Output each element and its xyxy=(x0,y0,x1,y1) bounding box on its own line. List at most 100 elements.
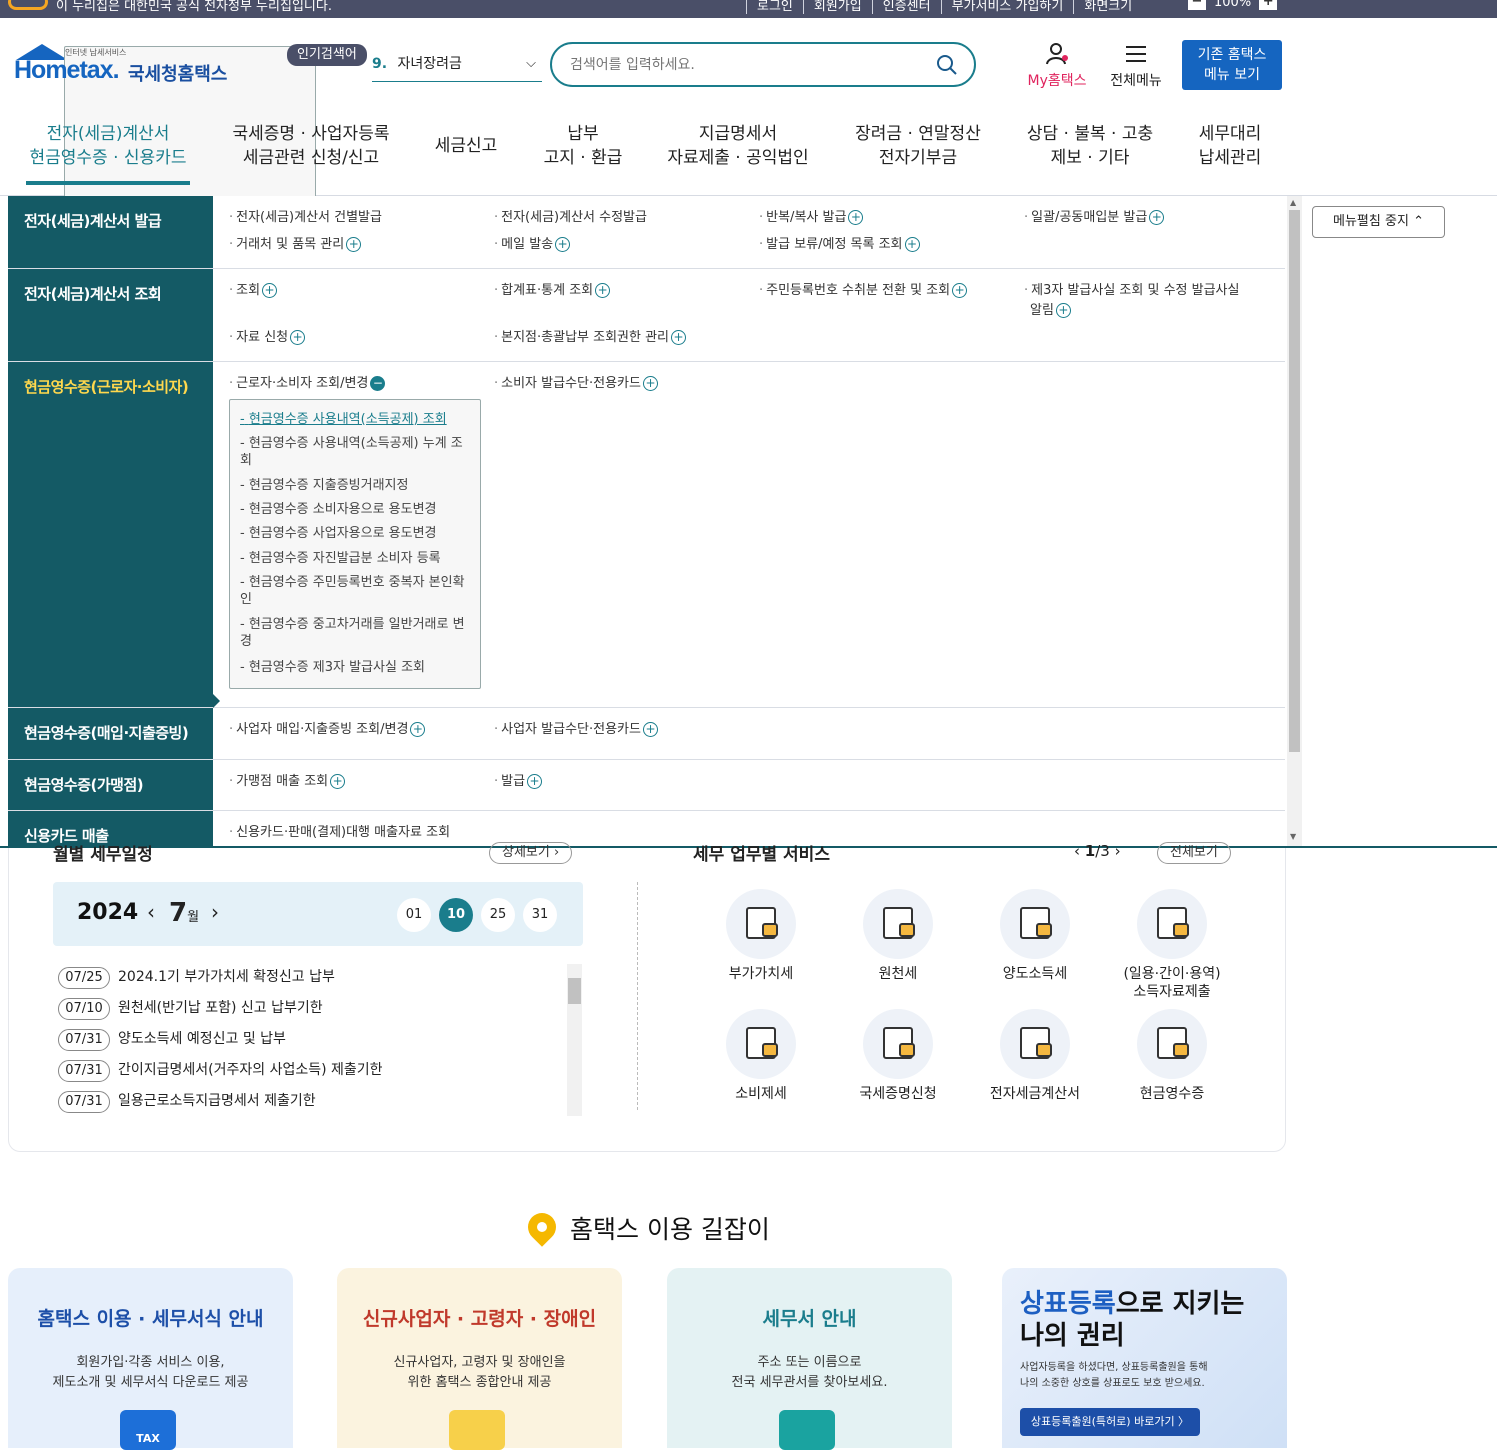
submenu-item-active[interactable]: - 현금영수증 사용내역(소득공제) 조회 xyxy=(240,411,470,428)
day-button-active[interactable]: 10 xyxy=(439,898,473,932)
menu-item[interactable]: · 일괄/공동매입분 발급 + xyxy=(1024,209,1165,227)
service-income-data[interactable]: (일용·간이·용역) 소득자료제출 xyxy=(1107,889,1237,1001)
search-icon[interactable] xyxy=(936,54,958,76)
service-consumption[interactable]: 소비제세 xyxy=(696,1009,826,1103)
menu-item[interactable]: · 메일 발송 + xyxy=(494,236,571,254)
old-menu-line2: 메뉴 보기 xyxy=(1204,67,1260,83)
guide-card-newbiz[interactable]: 신규사업자 · 고령자 · 장애인 신규사업자, 고령자 및 장애인을 위한 홈택… xyxy=(337,1268,622,1450)
schedule-item[interactable]: 07/31 일용근로소득지급명세서 제출기한 xyxy=(58,1090,316,1114)
expand-plus-icon: + xyxy=(1149,210,1165,225)
stop-menu-expand-button[interactable]: 메뉴펼침 중지 ⌃ xyxy=(1312,206,1445,238)
menu-item[interactable]: · 조회 + xyxy=(229,282,278,300)
mega-menu-scrollbar[interactable]: ▲ ▼ xyxy=(1287,196,1302,846)
submenu-item[interactable]: - 현금영수증 중고차거래를 일반거래로 변경 xyxy=(240,616,470,650)
login-link[interactable]: 로그인 xyxy=(746,0,803,14)
gnb-item-statement[interactable]: 지급명세서 자료제출 · 공익법인 xyxy=(660,122,816,170)
schedule-item[interactable]: 07/31 간이지급명세서(거주자의 사업소득) 제출기한 xyxy=(58,1059,383,1083)
gnb-line2: 고지 · 환급 xyxy=(543,148,623,168)
old-menu-button[interactable]: 기존 홈택스 메뉴 보기 xyxy=(1182,40,1282,90)
category-label-active[interactable]: 현금영수증(근로자·소비자) xyxy=(8,362,213,707)
day-button[interactable]: 01 xyxy=(397,898,431,932)
schedule-item[interactable]: 07/25 2024.1기 부가가치세 확정신고 납부 xyxy=(58,966,335,990)
my-hometax-button[interactable]: My홈택스 xyxy=(1022,42,1092,90)
gnb-item-agent[interactable]: 세무대리 납세관리 xyxy=(1188,122,1272,170)
menu-item[interactable]: · 전자(세금)계산서 건별발급 xyxy=(229,209,382,227)
service-withholding[interactable]: 원천세 xyxy=(833,889,963,983)
guide-card-usage[interactable]: 홈택스 이용 · 세무서식 안내 회원가입·각종 서비스 이용, 제도소개 및 세… xyxy=(8,1268,293,1450)
menu-item[interactable]: · 반복/복사 발급 + xyxy=(759,209,864,227)
menu-item[interactable]: · 합계표·통계 조회 + xyxy=(494,282,611,300)
search-box xyxy=(550,42,976,87)
category-label[interactable]: 현금영수증(가맹점) xyxy=(8,760,213,810)
service-certificate[interactable]: 국세증명신청 xyxy=(833,1009,963,1103)
day-button[interactable]: 31 xyxy=(523,898,557,932)
schedule-item[interactable]: 07/31 양도소득세 예정신고 및 납부 xyxy=(58,1028,286,1052)
scroll-thumb[interactable] xyxy=(568,978,581,1004)
menu-item[interactable]: · 거래처 및 품목 관리 + xyxy=(229,236,362,254)
gnb-item-consult[interactable]: 상담 · 불복 · 고충 제보 · 기타 xyxy=(1018,122,1162,170)
menu-item[interactable]: · 사업자 매입·지출증빙 조회/변경 + xyxy=(229,721,426,739)
scroll-up-icon[interactable]: ▲ xyxy=(1290,198,1296,207)
menu-item[interactable]: · 소비자 발급수단·전용카드 + xyxy=(494,375,658,393)
submenu-item[interactable]: - 현금영수증 자진발급분 소비자 등록 xyxy=(240,550,470,567)
hometax-logo[interactable]: 인터넷 납세서비스 Hometax. 국세청홈택스 xyxy=(10,42,316,336)
category-label[interactable]: 전자(세금)계산서 조회 xyxy=(8,269,213,361)
service-cash-receipt[interactable]: 현금영수증 xyxy=(1107,1009,1237,1103)
search-input[interactable] xyxy=(570,54,910,76)
submenu-item[interactable]: - 현금영수증 지출증빙거래지정 xyxy=(240,477,470,494)
scroll-down-icon[interactable]: ▼ xyxy=(1290,832,1296,841)
next-page-icon[interactable]: › xyxy=(1115,842,1121,860)
submenu-item[interactable]: - 현금영수증 주민등록번호 중복자 본인확인 xyxy=(240,574,470,608)
guide-card-taxoffice[interactable]: 세무서 안내 주소 또는 이름으로 전국 세무관서를 찾아보세요. xyxy=(667,1268,952,1450)
menu-item[interactable]: · 전자(세금)계산서 수정발급 xyxy=(494,209,647,227)
category-label[interactable]: 전자(세금)계산서 발급 xyxy=(8,196,213,268)
prev-page-icon[interactable]: ‹ xyxy=(1074,842,1080,860)
expand-plus-icon: + xyxy=(848,210,864,225)
menu-item[interactable]: · 사업자 발급수단·전용카드 + xyxy=(494,721,658,739)
submenu-item[interactable]: - 현금영수증 사업자용으로 용도변경 xyxy=(240,525,470,542)
gnb-item-certificate[interactable]: 국세증명 · 사업자등록 세금관련 신청/신고 xyxy=(224,122,398,170)
submenu-item[interactable]: - 현금영수증 소비자용으로 용도변경 xyxy=(240,501,470,518)
gnb-item-payment[interactable]: 납부 고지 · 환급 xyxy=(534,122,632,170)
service-transfer[interactable]: 양도소득세 xyxy=(970,889,1100,983)
zoom-out-button[interactable]: − xyxy=(1188,0,1206,10)
trademark-banner[interactable]: 상표등록으로 지키는 나의 권리 사업자등록을 하셨다면, 상표등록출원을 통해 나… xyxy=(1002,1268,1287,1448)
menu-item[interactable]: · 주민등록번호 수취분 전환 및 조회 + xyxy=(759,282,968,300)
submenu-item[interactable]: - 현금영수증 사용내역(소득공제) 누계 조회 xyxy=(240,435,470,469)
addon-service-link[interactable]: 부가서비스 가입하기 xyxy=(940,0,1074,14)
day-button[interactable]: 25 xyxy=(481,898,515,932)
menu-item-cont[interactable]: 알림 + xyxy=(1030,302,1071,320)
service-einvoice[interactable]: 전자세금계산서 xyxy=(970,1009,1100,1103)
zoom-in-button[interactable]: + xyxy=(1259,0,1278,10)
gnb-item-einvoice[interactable]: 전자(세금)계산서 현금영수증 · 신용카드 xyxy=(26,122,190,170)
schedule-item[interactable]: 07/10 원천세(반기납 포함) 신고 납부기한 xyxy=(58,997,323,1021)
popular-keyword-select[interactable]: 9. 자녀장려금 ⌵ xyxy=(372,48,542,82)
schedule-scrollbar[interactable] xyxy=(567,964,582,1116)
gnb-item-incentive[interactable]: 장려금 · 연말정산 전자기부금 xyxy=(846,122,990,170)
menu-item[interactable]: · 가맹점 매출 조회 + xyxy=(229,773,346,791)
menu-item[interactable]: · 제3자 발급사실 조회 및 수정 발급사실 xyxy=(1024,282,1239,300)
menu-item-open[interactable]: · 근로자·소비자 조회/변경 − xyxy=(229,375,386,393)
all-menu-button[interactable]: 전체메뉴 xyxy=(1104,42,1168,90)
menu-item[interactable]: · 발급 보류/예정 목록 조회 + xyxy=(759,236,920,254)
signup-link[interactable]: 회원가입 xyxy=(802,0,872,14)
global-nav: 전자(세금)계산서 현금영수증 · 신용카드 국세증명 · 사업자등록 세금관련 신… xyxy=(0,122,1300,196)
menu-item[interactable]: · 발급 + xyxy=(494,773,543,791)
service-vat[interactable]: 부가가치세 xyxy=(696,889,826,983)
trademark-link-button[interactable]: 상표등록출원(특허로) 바로가기 〉 xyxy=(1020,1408,1200,1436)
next-month-icon[interactable]: › xyxy=(211,900,219,924)
menu-item[interactable]: · 신용카드·판매(결제)대행 매출자료 조회 xyxy=(229,824,450,842)
category-label[interactable]: 현금영수증(매입·지출증빙) xyxy=(8,708,213,759)
expand-plus-icon: + xyxy=(1055,303,1071,318)
submenu-item[interactable]: - 현금영수증 제3자 발급사실 조회 xyxy=(240,659,470,676)
scroll-thumb[interactable] xyxy=(1289,210,1300,752)
gnb-item-tax-report[interactable]: 세금신고 xyxy=(426,134,506,158)
cert-center-link[interactable]: 인증센터 xyxy=(871,0,941,14)
menu-item[interactable]: · 자료 신청 + xyxy=(229,329,306,347)
schedule-more-button[interactable]: 상세보기 › xyxy=(489,842,573,864)
gnb-line1: 전자(세금)계산서 xyxy=(46,124,170,144)
prev-month-icon[interactable]: ‹ xyxy=(147,900,155,924)
services-all-button[interactable]: 전체보기 xyxy=(1157,842,1231,864)
certificate-icon xyxy=(863,1009,933,1079)
menu-item[interactable]: · 본지점·총괄납부 조회권한 관리 + xyxy=(494,329,687,347)
